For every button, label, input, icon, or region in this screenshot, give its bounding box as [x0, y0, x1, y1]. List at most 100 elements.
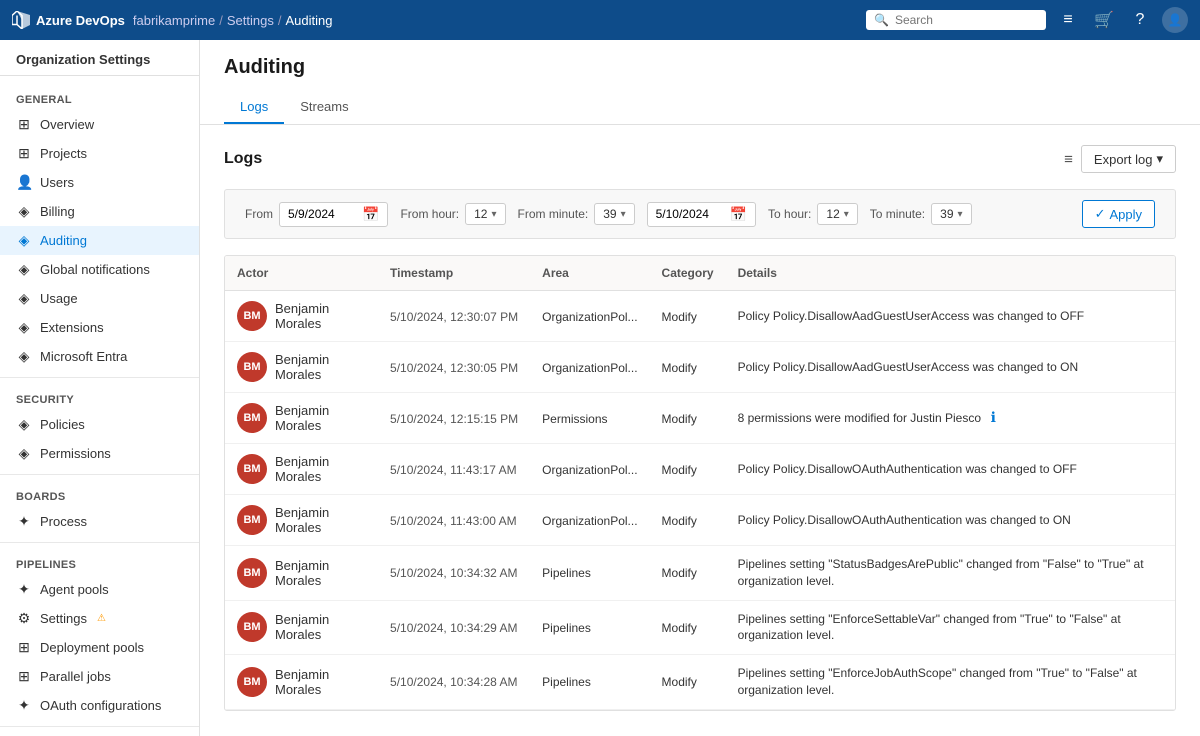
sidebar-item-usage[interactable]: ◈ Usage	[0, 284, 199, 313]
actor-cell-3: BM Benjamin Morales	[225, 444, 378, 495]
usage-icon: ◈	[16, 290, 32, 307]
info-icon[interactable]: ℹ	[991, 409, 996, 425]
timestamp-cell-6: 5/10/2024, 10:34:29 AM	[378, 600, 530, 655]
help-icon[interactable]: ?	[1126, 6, 1154, 34]
apply-button[interactable]: ✓ Apply	[1082, 200, 1155, 228]
col-category: Category	[650, 256, 726, 291]
logs-table-container: Actor Timestamp Area Category Details BM…	[224, 255, 1176, 711]
entra-icon: ◈	[16, 348, 32, 365]
col-details: Details	[726, 256, 1175, 291]
calendar-icon[interactable]: 📅	[362, 206, 379, 223]
timestamp-cell-3: 5/10/2024, 11:43:17 AM	[378, 444, 530, 495]
sidebar-item-oauth[interactable]: ✦ OAuth configurations	[0, 691, 199, 720]
sidebar-item-extensions[interactable]: ◈ Extensions	[0, 313, 199, 342]
search-input[interactable]	[895, 13, 1038, 27]
actor-cell-0: BM Benjamin Morales	[225, 291, 378, 342]
sidebar-item-process[interactable]: ✦ Process	[0, 507, 199, 536]
sidebar-item-parallel-jobs[interactable]: ⊞ Parallel jobs	[0, 662, 199, 691]
area-cell-3: OrganizationPol...	[530, 444, 649, 495]
breadcrumb-settings[interactable]: Settings	[227, 13, 274, 28]
sidebar-item-policies[interactable]: ◈ Policies	[0, 410, 199, 439]
actor-cell-6: BM Benjamin Morales	[225, 600, 378, 655]
sidebar-item-billing[interactable]: ◈ Billing	[0, 197, 199, 226]
tab-streams[interactable]: Streams	[284, 91, 364, 124]
col-timestamp: Timestamp	[378, 256, 530, 291]
actor-name-6: Benjamin Morales	[275, 612, 366, 642]
to-date-input-group[interactable]: 📅	[647, 202, 756, 227]
brand-link[interactable]: Azure DevOps	[12, 11, 125, 29]
export-log-button[interactable]: Export log ▾	[1081, 145, 1176, 173]
to-date-input[interactable]	[656, 207, 726, 221]
to-minute-dropdown[interactable]: 39 ▾	[931, 203, 971, 225]
notifications-icon[interactable]: ≡	[1054, 6, 1082, 34]
timestamp-cell-0: 5/10/2024, 12:30:07 PM	[378, 291, 530, 342]
from-hour-label: From hour:	[400, 207, 459, 221]
from-hour-value: 12	[474, 207, 487, 221]
table-row: BM Benjamin Morales 5/10/2024, 11:43:17 …	[225, 444, 1175, 495]
to-hour-dropdown[interactable]: 12 ▾	[817, 203, 857, 225]
actor-cell-5: BM Benjamin Morales	[225, 546, 378, 601]
actor-name-2: Benjamin Morales	[275, 403, 366, 433]
area-cell-6: Pipelines	[530, 600, 649, 655]
breadcrumb-sep2: /	[278, 13, 282, 28]
category-cell-3: Modify	[650, 444, 726, 495]
breadcrumb-sep1: /	[219, 13, 223, 28]
actor-name-1: Benjamin Morales	[275, 352, 366, 382]
sidebar-item-overview[interactable]: ⊞ Overview	[0, 110, 199, 139]
details-cell-4: Policy Policy.DisallowOAuthAuthenticatio…	[726, 495, 1175, 546]
category-cell-2: Modify	[650, 393, 726, 444]
sidebar-item-microsoft-entra[interactable]: ◈ Microsoft Entra	[0, 342, 199, 371]
details-cell-5: Pipelines setting "StatusBadgesArePublic…	[726, 546, 1175, 601]
sidebar-item-agent-pools[interactable]: ✦ Agent pools	[0, 575, 199, 604]
sidebar-item-auditing[interactable]: ◈ Auditing	[0, 226, 199, 255]
sidebar-item-deployment-pools[interactable]: ⊞ Deployment pools	[0, 633, 199, 662]
chevron-down-icon: ▾	[1156, 151, 1163, 167]
from-hour-dropdown[interactable]: 12 ▾	[465, 203, 505, 225]
tab-logs[interactable]: Logs	[224, 91, 284, 124]
details-cell-3: Policy Policy.DisallowOAuthAuthenticatio…	[726, 444, 1175, 495]
actor-name-7: Benjamin Morales	[275, 667, 366, 697]
process-icon: ✦	[16, 513, 32, 530]
table-row: BM Benjamin Morales 5/10/2024, 10:34:28 …	[225, 655, 1175, 710]
col-actor: Actor	[225, 256, 378, 291]
logs-header: Logs ≡ Export log ▾	[224, 145, 1176, 173]
search-box[interactable]: 🔍	[866, 10, 1046, 30]
sidebar-item-settings[interactable]: ⚙ Settings ⚠	[0, 604, 199, 633]
projects-icon: ⊞	[16, 145, 32, 162]
actor-name-5: Benjamin Morales	[275, 558, 366, 588]
sidebar-item-global-notifications[interactable]: ◈ Global notifications	[0, 255, 199, 284]
billing-icon: ◈	[16, 203, 32, 220]
avatar-4: BM	[237, 505, 267, 535]
from-label: From	[245, 207, 273, 221]
category-cell-0: Modify	[650, 291, 726, 342]
table-row: BM Benjamin Morales 5/10/2024, 11:43:00 …	[225, 495, 1175, 546]
sidebar-item-projects[interactable]: ⊞ Projects	[0, 139, 199, 168]
to-hour-value: 12	[826, 207, 839, 221]
to-minute-group: To minute: 39 ▾	[870, 203, 972, 225]
breadcrumb-org[interactable]: fabrikamprime	[133, 13, 215, 28]
sidebar-item-permissions[interactable]: ◈ Permissions	[0, 439, 199, 468]
sidebar: Organization Settings General ⊞ Overview…	[0, 40, 200, 736]
oauth-icon: ✦	[16, 697, 32, 714]
details-cell-0: Policy Policy.DisallowAadGuestUserAccess…	[726, 291, 1175, 342]
to-calendar-icon[interactable]: 📅	[730, 206, 747, 223]
category-cell-6: Modify	[650, 600, 726, 655]
area-cell-5: Pipelines	[530, 546, 649, 601]
user-settings-icon[interactable]: 👤	[1162, 7, 1188, 33]
details-cell-7: Pipelines setting "EnforceJobAuthScope" …	[726, 655, 1175, 710]
avatar-0: BM	[237, 301, 267, 331]
table-row: BM Benjamin Morales 5/10/2024, 12:15:15 …	[225, 393, 1175, 444]
area-cell-7: Pipelines	[530, 655, 649, 710]
sidebar-item-users[interactable]: 👤 Users	[0, 168, 199, 197]
from-date-input[interactable]	[288, 207, 358, 221]
logs-actions: ≡ Export log ▾	[1064, 145, 1176, 173]
sidebar-section-general: General	[0, 84, 199, 110]
actor-cell-1: BM Benjamin Morales	[225, 342, 378, 393]
filter-icon[interactable]: ≡	[1064, 151, 1073, 168]
from-minute-dropdown[interactable]: 39 ▾	[594, 203, 634, 225]
from-minute-group: From minute: 39 ▾	[518, 203, 635, 225]
from-date-input-group[interactable]: 📅	[279, 202, 388, 227]
basket-icon[interactable]: 🛒	[1090, 6, 1118, 34]
from-minute-value: 39	[603, 207, 616, 221]
from-hour-chevron: ▾	[491, 209, 496, 220]
